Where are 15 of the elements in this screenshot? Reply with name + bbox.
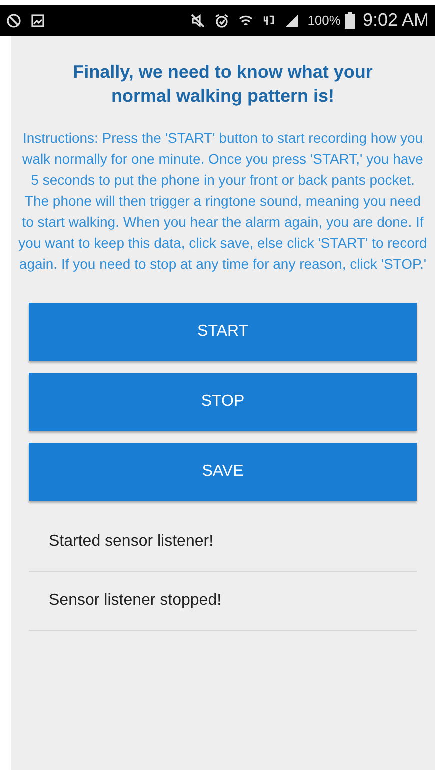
image-icon [30,12,46,28]
alarm-icon [214,12,230,28]
log-entry: Sensor listener stopped! [49,591,222,611]
log-entry: Started sensor listener! [49,532,214,552]
instructions-text: Instructions: Press the 'START' button to start recording how you walk normally for one minute. Once you press 'START,' you have 5 seconds to put the phone in your front or back pants pocket. The phone will then trigger a ringtone sound, meaning you need to start walking. When you hear the alarm again, you are done. If you want to keep this data, click save, else click 'START' to record again. If you need to stop at any time for any reason, click 'STOP.' [18,129,428,274]
signal-icon [284,12,300,28]
clock: 9:02 AM [362,9,429,32]
action-button[interactable]: STOP [29,373,417,431]
page-title: Finally, we need to know what your normal walking pattern is! [72,61,374,108]
blocked-icon [6,12,22,28]
action-button[interactable]: SAVE [29,443,417,501]
mute-icon [190,12,206,28]
battery-percent: 100% [308,12,341,30]
action-button[interactable]: START [29,303,417,361]
battery-icon [344,12,355,29]
